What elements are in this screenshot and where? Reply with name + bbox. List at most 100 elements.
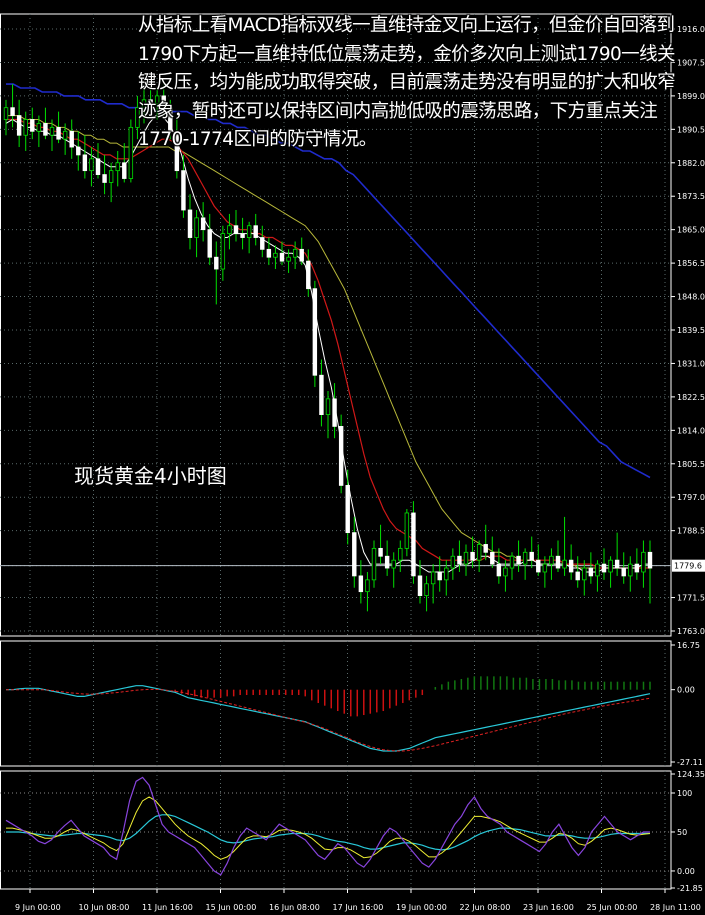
xtick-label: 15 Jun 00:00 bbox=[206, 903, 257, 912]
candle-body bbox=[470, 551, 475, 561]
candle-body bbox=[595, 563, 600, 577]
panel-border-2 bbox=[0, 640, 672, 767]
osc-ytick-label: 50 bbox=[677, 828, 687, 837]
panel-border-3 bbox=[0, 770, 672, 890]
candle-body bbox=[246, 225, 252, 238]
candle-body bbox=[411, 512, 416, 577]
candle-body bbox=[102, 174, 107, 183]
xtick-label: 9 Jun 00:00 bbox=[15, 903, 61, 912]
candle-body bbox=[608, 559, 613, 573]
candle-body bbox=[529, 551, 534, 561]
xtick-label: 28 Jun 11:00 bbox=[650, 903, 701, 912]
candle-body bbox=[49, 126, 55, 136]
candle-body bbox=[562, 559, 567, 569]
candle-body bbox=[187, 209, 193, 238]
candle-body bbox=[430, 571, 436, 585]
candle-body bbox=[227, 225, 232, 235]
candle-body bbox=[483, 544, 488, 553]
chart-title: 现货黄金4小时图 bbox=[74, 464, 227, 488]
candle-body bbox=[43, 123, 48, 136]
candle-body bbox=[476, 544, 482, 561]
candle-body bbox=[220, 233, 226, 270]
ytick-label: 1805.5 bbox=[677, 460, 705, 469]
ma-fast-line bbox=[5, 115, 650, 573]
osc-ytick-label: 0.00 bbox=[677, 867, 695, 876]
candle-body bbox=[345, 485, 350, 534]
ytick-label: 1788.5 bbox=[677, 527, 705, 536]
candle-body bbox=[82, 154, 88, 172]
candle-body bbox=[614, 559, 620, 569]
ytick-label: 1822.5 bbox=[677, 393, 705, 402]
candle-body bbox=[240, 233, 245, 238]
candle-body bbox=[457, 555, 462, 565]
candle-body bbox=[404, 512, 410, 549]
candle-body bbox=[444, 567, 449, 581]
xtick-label: 23 Jun 16:00 bbox=[523, 903, 574, 912]
candle-body bbox=[555, 555, 561, 569]
ytick-label: 1856.5 bbox=[677, 259, 705, 268]
candle-body bbox=[122, 162, 127, 179]
osc-ytick-label: 100 bbox=[677, 789, 692, 798]
osc-ytick-label: 124.355 bbox=[677, 770, 705, 779]
ytick-label: 1763.0 bbox=[677, 627, 705, 636]
candle-body bbox=[266, 248, 272, 258]
candle-body bbox=[437, 571, 442, 581]
ytick-label: 1848.0 bbox=[677, 293, 705, 302]
candle-body bbox=[115, 162, 120, 172]
candle-body bbox=[601, 563, 607, 573]
ytick-label: 1839.5 bbox=[677, 326, 705, 335]
candle-body bbox=[582, 567, 587, 581]
candle-body bbox=[641, 551, 646, 573]
candle-body bbox=[62, 130, 68, 140]
ytick-label: 1882.0 bbox=[677, 159, 705, 168]
candle-body bbox=[647, 551, 653, 569]
ytick-label: 1873.5 bbox=[677, 192, 705, 201]
candle-body bbox=[352, 532, 357, 577]
candle-body bbox=[391, 559, 396, 569]
candle-body bbox=[325, 398, 331, 415]
candle-body bbox=[214, 256, 219, 270]
macd-signal-line bbox=[6, 688, 651, 752]
current-price-label: 1779.6 bbox=[674, 562, 702, 571]
candle-body bbox=[89, 158, 94, 172]
candle-body bbox=[338, 425, 344, 486]
xtick-label: 11 Jun 16:00 bbox=[142, 903, 193, 912]
candle-body bbox=[273, 252, 278, 258]
candle-body bbox=[30, 119, 35, 132]
candle-body bbox=[621, 567, 626, 577]
candle-body bbox=[23, 119, 28, 136]
candle-body bbox=[233, 225, 239, 235]
candle-body bbox=[10, 107, 15, 116]
ytick-label: 1797.0 bbox=[677, 493, 705, 502]
candle-body bbox=[207, 229, 212, 258]
candle-body bbox=[253, 225, 258, 238]
xtick-label: 19 Jun 00:00 bbox=[396, 903, 447, 912]
macd-main-line bbox=[6, 685, 651, 752]
candle-body bbox=[371, 547, 377, 581]
candle-body bbox=[365, 579, 370, 593]
candle-body bbox=[463, 551, 469, 565]
candle-body bbox=[628, 563, 633, 577]
xtick-label: 25 Jun 00:00 bbox=[587, 903, 638, 912]
macd-ytick-label: -27.11 bbox=[677, 758, 703, 767]
candle-body bbox=[56, 126, 61, 140]
candle-body bbox=[522, 551, 528, 565]
candle-body bbox=[76, 146, 81, 156]
candle-body bbox=[503, 567, 508, 577]
candle-body bbox=[536, 559, 541, 573]
oscillator-panel bbox=[0, 776, 671, 876]
candle-body bbox=[417, 575, 423, 596]
candle-body bbox=[279, 252, 285, 262]
candle-body bbox=[398, 547, 403, 561]
candle-body bbox=[575, 571, 580, 581]
candle-body bbox=[286, 256, 291, 262]
candle-body bbox=[181, 170, 186, 211]
candle-body bbox=[549, 555, 554, 565]
candle-body bbox=[424, 583, 429, 596]
candle-body bbox=[450, 555, 456, 569]
candle-body bbox=[312, 288, 318, 376]
xtick-label: 16 Jun 08:00 bbox=[269, 903, 320, 912]
candle-body bbox=[496, 563, 502, 577]
ma-slow-line bbox=[6, 115, 650, 569]
osc-purple-line bbox=[5, 776, 650, 876]
